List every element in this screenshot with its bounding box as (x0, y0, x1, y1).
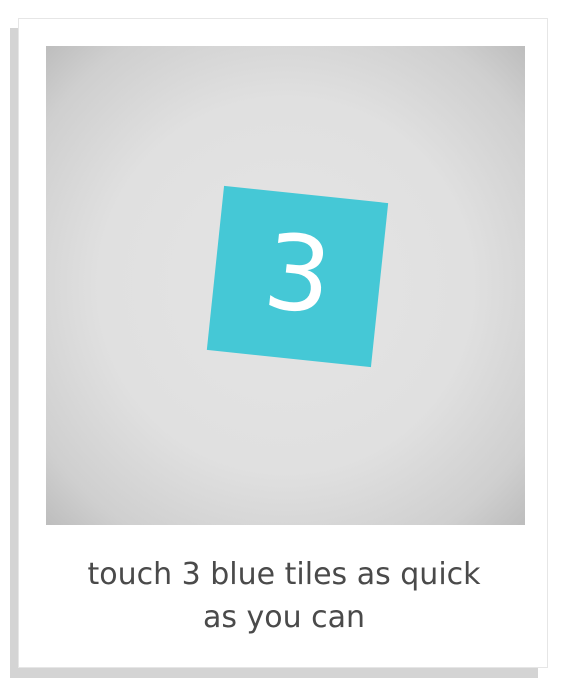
polaroid-card: 3 touch 3 blue tiles as quick as you can (18, 18, 548, 668)
instruction-line-2: as you can (202, 600, 366, 635)
countdown-number: 3 (258, 209, 338, 338)
game-screen: 3 touch 3 blue tiles as quick as you can (0, 0, 568, 688)
game-board: 3 (46, 46, 525, 525)
countdown-tile: 3 (206, 185, 389, 368)
instruction-line-1: touch 3 blue tiles as quick (87, 557, 481, 592)
instruction-caption: touch 3 blue tiles as quick as you can (19, 553, 549, 639)
